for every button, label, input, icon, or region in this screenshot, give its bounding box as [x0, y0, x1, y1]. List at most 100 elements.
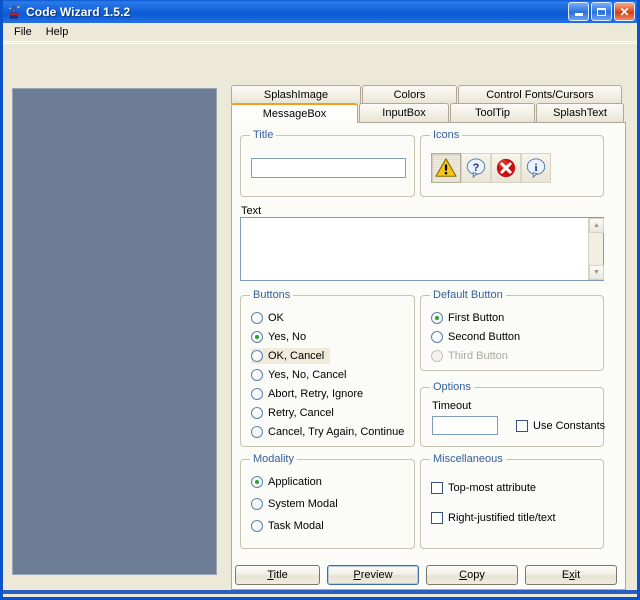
radio-buttons-ok[interactable]: OK: [251, 310, 284, 326]
question-icon: ?: [466, 158, 486, 179]
group-buttons-legend: Buttons: [250, 289, 294, 301]
group-miscellaneous: Miscellaneous Top-most attribute Right-j…: [420, 453, 604, 549]
group-options-legend: Options: [430, 381, 474, 393]
error-icon-button[interactable]: [491, 153, 521, 183]
tab-control-fonts-cursors[interactable]: Control Fonts/Cursors: [458, 85, 622, 104]
warning-icon: [435, 158, 457, 177]
radio-modality-task-modal[interactable]: Task Modal: [251, 518, 324, 534]
text-label: Text: [241, 205, 262, 217]
exit-button[interactable]: Exit: [525, 565, 617, 585]
option-label: Application: [268, 476, 322, 488]
preview-panel[interactable]: [12, 88, 217, 575]
tab-tooltip[interactable]: ToolTip: [450, 103, 535, 122]
radio-buttons-cancel-tryagain-continue[interactable]: Cancel, Try Again, Continue: [251, 424, 404, 440]
radio-indicator: [251, 426, 263, 438]
radio-indicator: [251, 498, 263, 510]
maximize-button[interactable]: [591, 2, 612, 21]
warning-icon-button[interactable]: [431, 153, 461, 183]
timeout-input[interactable]: [432, 416, 498, 435]
option-label: Retry, Cancel: [268, 407, 334, 419]
option-label: System Modal: [268, 498, 338, 510]
radio-indicator: [251, 476, 263, 488]
question-icon-button[interactable]: ?: [461, 153, 491, 183]
tab-splashimage[interactable]: SplashImage: [231, 85, 361, 104]
accel-char: P: [353, 569, 361, 581]
radio-modality-application[interactable]: Application: [251, 474, 322, 490]
radio-buttons-yes-no-cancel[interactable]: Yes, No, Cancel: [251, 367, 346, 383]
radio-indicator: [251, 350, 263, 362]
button-label-rest: it: [574, 569, 581, 581]
tab-splashtext[interactable]: SplashText: [536, 103, 624, 122]
radio-buttons-yes-no[interactable]: Yes, No: [251, 329, 306, 345]
close-button[interactable]: ✕: [614, 2, 635, 21]
radio-default-second-button[interactable]: Second Button: [431, 329, 520, 345]
preview-button[interactable]: Preview: [327, 565, 419, 585]
radio-indicator: [251, 520, 263, 532]
checkbox-right-justified-title-text[interactable]: Right-justified title/text: [431, 510, 556, 526]
option-label: Use Constants: [533, 420, 606, 432]
radio-buttons-ok-cancel[interactable]: OK, Cancel: [251, 348, 331, 364]
radio-default-first-button[interactable]: First Button: [431, 310, 504, 326]
checkbox-top-most-attribute[interactable]: Top-most attribute: [431, 480, 536, 496]
tab-messagebox[interactable]: MessageBox: [231, 103, 358, 123]
option-label: Third Button: [448, 350, 508, 362]
svg-text:?: ?: [473, 162, 480, 174]
checkbox-indicator: [431, 512, 443, 524]
radio-indicator: [251, 388, 263, 400]
option-label: OK: [268, 312, 284, 324]
toolbar: [3, 43, 637, 81]
group-modality: Modality Application System Modal Task M…: [240, 453, 415, 549]
radio-modality-system-modal[interactable]: System Modal: [251, 496, 338, 512]
tab-row-lower: MessageBox InputBox ToolTip SplashText: [231, 103, 625, 123]
checkbox-indicator: [431, 482, 443, 494]
radio-buttons-abort-retry-ignore[interactable]: Abort, Retry, Ignore: [251, 386, 363, 402]
radio-indicator: [431, 350, 443, 362]
option-label: First Button: [448, 312, 505, 324]
window-title: Code Wizard 1.5.2: [26, 4, 131, 19]
group-buttons: Buttons OK Yes, No OK, Cancel Yes, No, C…: [240, 289, 415, 447]
wizard-hat-icon: [6, 4, 22, 20]
copy-button[interactable]: Copy: [426, 565, 518, 585]
text-textarea-wrapper[interactable]: ▲ ▼: [240, 217, 604, 281]
checkbox-use-constants[interactable]: Use Constants: [516, 418, 605, 434]
tab-control: SplashImage Colors Control Fonts/Cursors…: [231, 85, 626, 590]
radio-buttons-retry-cancel[interactable]: Retry, Cancel: [251, 405, 334, 421]
minimize-icon: [574, 13, 583, 16]
group-title-legend: Title: [250, 129, 277, 141]
title-input[interactable]: [251, 158, 406, 178]
tab-colors[interactable]: Colors: [362, 85, 457, 104]
tab-inputbox[interactable]: InputBox: [359, 103, 449, 122]
option-label: Task Modal: [268, 520, 324, 532]
option-label: OK, Cancel: [268, 350, 325, 362]
minimize-button[interactable]: [568, 2, 589, 21]
group-default-button-legend: Default Button: [430, 289, 506, 301]
radio-indicator: [431, 312, 443, 324]
radio-indicator: [431, 331, 443, 343]
radio-indicator: [251, 369, 263, 381]
option-label: Right-justified title/text: [448, 512, 556, 524]
scroll-up-icon[interactable]: ▲: [589, 218, 604, 233]
maximize-icon: [597, 7, 606, 16]
scroll-down-icon[interactable]: ▼: [589, 265, 604, 280]
close-icon: ✕: [619, 4, 630, 19]
information-icon-button[interactable]: i: [521, 153, 551, 183]
menu-item-help[interactable]: Help: [39, 24, 76, 40]
menu-item-file[interactable]: File: [7, 24, 39, 40]
application-window: Code Wizard 1.5.2 ✕ File Help SplashImag…: [0, 0, 640, 600]
information-icon: i: [526, 158, 546, 179]
checkbox-indicator: [516, 420, 528, 432]
radio-indicator: [251, 331, 263, 343]
option-label: Abort, Retry, Ignore: [268, 388, 364, 400]
option-label: Top-most attribute: [448, 482, 537, 494]
radio-indicator: [251, 407, 263, 419]
accel-char: C: [459, 569, 468, 581]
title-button[interactable]: Title: [235, 565, 320, 585]
title-bar[interactable]: Code Wizard 1.5.2 ✕: [3, 0, 637, 23]
group-title: Title: [240, 129, 415, 197]
svg-text:i: i: [534, 162, 537, 174]
option-label: Yes, No, Cancel: [268, 369, 347, 381]
option-label: Second Button: [448, 331, 521, 343]
text-scrollbar[interactable]: ▲ ▼: [588, 218, 604, 280]
group-miscellaneous-legend: Miscellaneous: [430, 453, 506, 465]
group-options: Options Timeout Use Constants: [420, 381, 605, 447]
